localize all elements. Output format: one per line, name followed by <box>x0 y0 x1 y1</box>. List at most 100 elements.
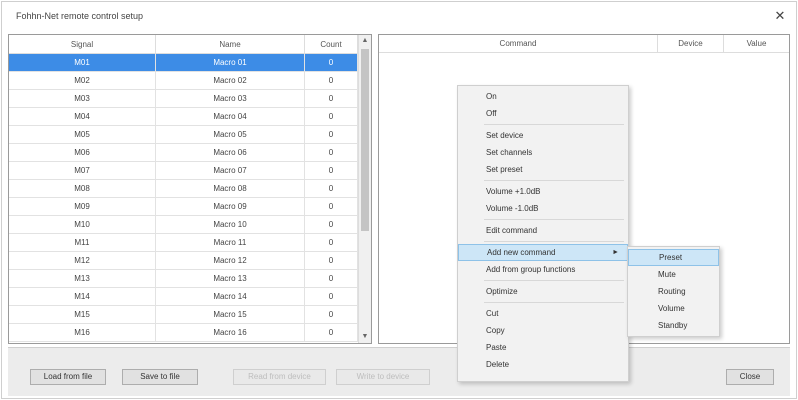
count-cell: 0 <box>304 125 358 144</box>
signal-table: Signal Name Count M01 Macro 01 0 M02 Macro 0… <box>9 35 358 342</box>
menu-separator <box>484 241 624 242</box>
signal-cell: M08 <box>9 179 156 198</box>
count-cell: 0 <box>304 89 358 108</box>
menu-item-edit-command[interactable]: Edit command <box>458 222 628 239</box>
menu-item-label: Add from group functions <box>486 265 576 274</box>
count-cell: 0 <box>304 287 358 306</box>
signal-cell: M03 <box>9 89 156 108</box>
column-header-name[interactable]: Name <box>155 35 305 54</box>
name-cell: Macro 14 <box>155 287 305 306</box>
table-row[interactable]: M09 Macro 09 0 <box>9 197 358 216</box>
menu-item-delete[interactable]: Delete <box>458 356 628 373</box>
menu-item-label: Off <box>486 109 497 118</box>
save-to-file-button[interactable]: Save to file <box>122 369 198 385</box>
signal-cell: M07 <box>9 161 156 180</box>
name-cell: Macro 07 <box>155 161 305 180</box>
name-cell: Macro 05 <box>155 125 305 144</box>
column-header-signal[interactable]: Signal <box>9 35 156 54</box>
table-row[interactable]: M15 Macro 15 0 <box>9 305 358 324</box>
table-row[interactable]: M13 Macro 13 0 <box>9 269 358 288</box>
signal-cell: M10 <box>9 215 156 234</box>
submenu-item-standby[interactable]: Standby <box>628 317 719 334</box>
menu-item-cut[interactable]: Cut <box>458 305 628 322</box>
name-cell: Macro 15 <box>155 305 305 324</box>
close-button[interactable]: Close <box>726 369 774 385</box>
menu-item-off[interactable]: Off <box>458 105 628 122</box>
table-row[interactable]: M10 Macro 10 0 <box>9 215 358 234</box>
context-menu: On Off Set device Set channels Set preset Vol… <box>457 85 629 382</box>
menu-item-label: Cut <box>486 309 499 318</box>
table-row[interactable]: M02 Macro 02 0 <box>9 71 358 90</box>
column-header-count[interactable]: Count <box>304 35 358 54</box>
submenu-item-volume[interactable]: Volume <box>628 300 719 317</box>
button-bar: Load from file Save to file Read from de… <box>8 347 790 396</box>
count-cell: 0 <box>304 323 358 342</box>
table-row[interactable]: M06 Macro 06 0 <box>9 143 358 162</box>
table-row[interactable]: M01 Macro 01 0 <box>9 53 358 72</box>
table-row[interactable]: M07 Macro 07 0 <box>9 161 358 180</box>
menu-item-optimize[interactable]: Optimize <box>458 283 628 300</box>
menu-separator <box>484 124 624 125</box>
column-header-value[interactable]: Value <box>724 35 789 53</box>
table-row[interactable]: M03 Macro 03 0 <box>9 89 358 108</box>
count-cell: 0 <box>304 251 358 270</box>
menu-item-paste[interactable]: Paste <box>458 339 628 356</box>
table-row[interactable]: M08 Macro 08 0 <box>9 179 358 198</box>
name-cell: Macro 12 <box>155 251 305 270</box>
column-header-device[interactable]: Device <box>658 35 724 53</box>
menu-separator <box>484 219 624 220</box>
menu-item-volume-1-0db[interactable]: Volume -1.0dB <box>458 200 628 217</box>
menu-item-volume-1-0db[interactable]: Volume +1.0dB <box>458 183 628 200</box>
read-from-device-button[interactable]: Read from device <box>233 369 326 385</box>
menu-item-label: Delete <box>486 360 510 369</box>
signal-list-panel: Signal Name Count M01 Macro 01 0 M02 Macro 0… <box>8 34 372 344</box>
scroll-up-icon[interactable]: ▲ <box>359 35 371 47</box>
table-row[interactable]: M04 Macro 04 0 <box>9 107 358 126</box>
count-cell: 0 <box>304 53 358 72</box>
menu-item-label: Edit command <box>486 226 538 235</box>
menu-item-label: Set preset <box>486 165 523 174</box>
write-to-device-button[interactable]: Write to device <box>336 369 430 385</box>
count-cell: 0 <box>304 143 358 162</box>
submenu-item-routing[interactable]: Routing <box>628 283 719 300</box>
menu-item-set-device[interactable]: Set device <box>458 127 628 144</box>
signal-table-header: Signal Name Count <box>9 35 358 54</box>
scroll-thumb[interactable] <box>361 49 369 231</box>
name-cell: Macro 06 <box>155 143 305 162</box>
table-row[interactable]: M05 Macro 05 0 <box>9 125 358 144</box>
submenu-item-preset[interactable]: Preset <box>628 249 719 266</box>
menu-item-set-channels[interactable]: Set channels <box>458 144 628 161</box>
name-cell: Macro 08 <box>155 179 305 198</box>
count-cell: 0 <box>304 179 358 198</box>
close-icon[interactable]: ✕ <box>772 8 788 24</box>
add-command-submenu: Preset Mute Routing Volume Standby <box>627 246 720 337</box>
count-cell: 0 <box>304 233 358 252</box>
table-row[interactable]: M12 Macro 12 0 <box>9 251 358 270</box>
signal-list-scrollbar[interactable]: ▲ ▼ <box>358 35 371 343</box>
table-row[interactable]: M11 Macro 11 0 <box>9 233 358 252</box>
signal-cell: M16 <box>9 323 156 342</box>
load-from-file-button[interactable]: Load from file <box>30 369 106 385</box>
title-bar: Fohhn-Net remote control setup ✕ <box>2 2 796 34</box>
signal-cell: M01 <box>9 53 156 72</box>
menu-item-label: Paste <box>486 343 507 352</box>
column-header-command[interactable]: Command <box>379 35 658 53</box>
name-cell: Macro 09 <box>155 197 305 216</box>
table-row[interactable]: M16 Macro 16 0 <box>9 323 358 342</box>
menu-item-add-new-command[interactable]: Add new command ► <box>458 244 628 261</box>
menu-item-label: Add new command <box>487 248 556 257</box>
submenu-item-mute[interactable]: Mute <box>628 266 719 283</box>
menu-separator <box>484 302 624 303</box>
menu-item-add-from-group-functions[interactable]: Add from group functions <box>458 261 628 278</box>
menu-item-copy[interactable]: Copy <box>458 322 628 339</box>
signal-cell: M14 <box>9 287 156 306</box>
name-cell: Macro 16 <box>155 323 305 342</box>
table-row[interactable]: M14 Macro 14 0 <box>9 287 358 306</box>
window-title: Fohhn-Net remote control setup <box>16 11 144 21</box>
menu-item-label: Set device <box>486 131 524 140</box>
menu-separator <box>484 280 624 281</box>
menu-item-set-preset[interactable]: Set preset <box>458 161 628 178</box>
menu-item-on[interactable]: On <box>458 88 628 105</box>
signal-cell: M15 <box>9 305 156 324</box>
scroll-down-icon[interactable]: ▼ <box>359 331 371 343</box>
